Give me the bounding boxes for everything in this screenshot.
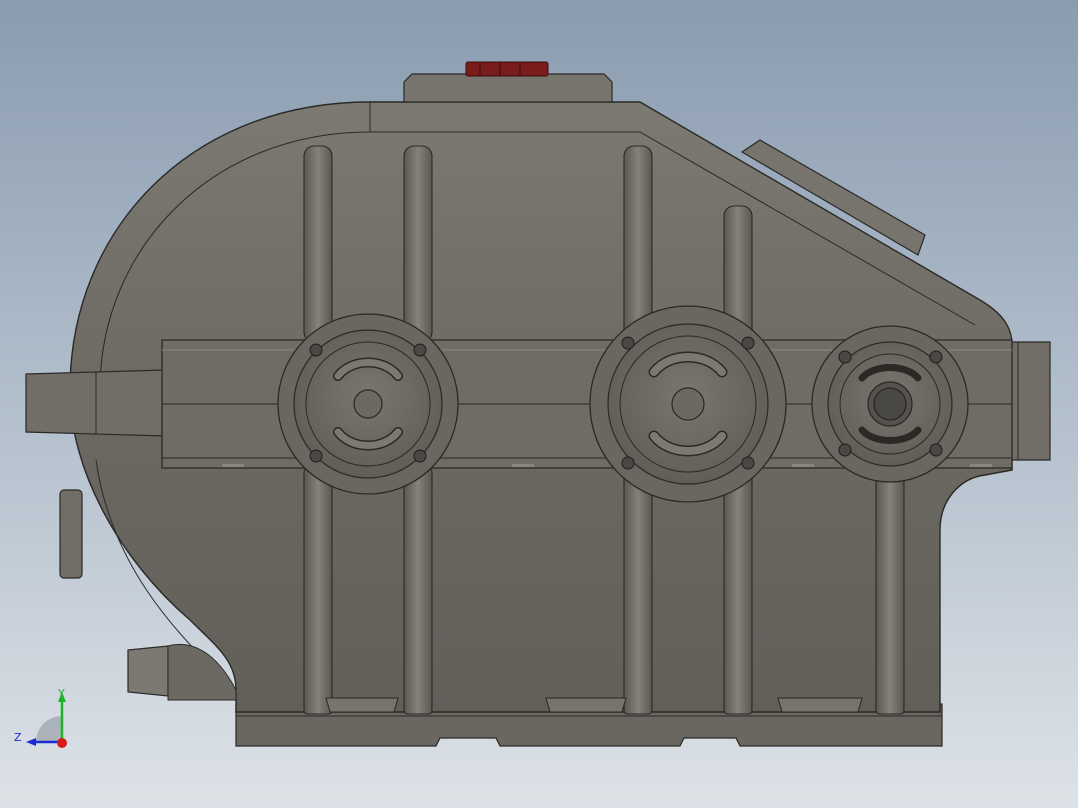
top-cover xyxy=(403,73,613,103)
x-axis-dot xyxy=(57,738,67,748)
bearing-cap-output xyxy=(811,325,969,483)
graphics-viewport[interactable]: Y Z xyxy=(0,0,1078,808)
bearing-cap-intermediate xyxy=(589,305,787,503)
breather-cap xyxy=(465,61,549,77)
bearing-cap-input xyxy=(277,313,459,495)
y-axis-label: Y xyxy=(58,687,65,700)
z-axis-label: Z xyxy=(14,731,22,744)
side-plug xyxy=(59,489,83,579)
drain-plug xyxy=(127,645,169,697)
coordinate-triad: Y Z xyxy=(12,686,76,756)
gearbox-model[interactable] xyxy=(0,0,1078,808)
triad-graphic xyxy=(26,692,67,748)
